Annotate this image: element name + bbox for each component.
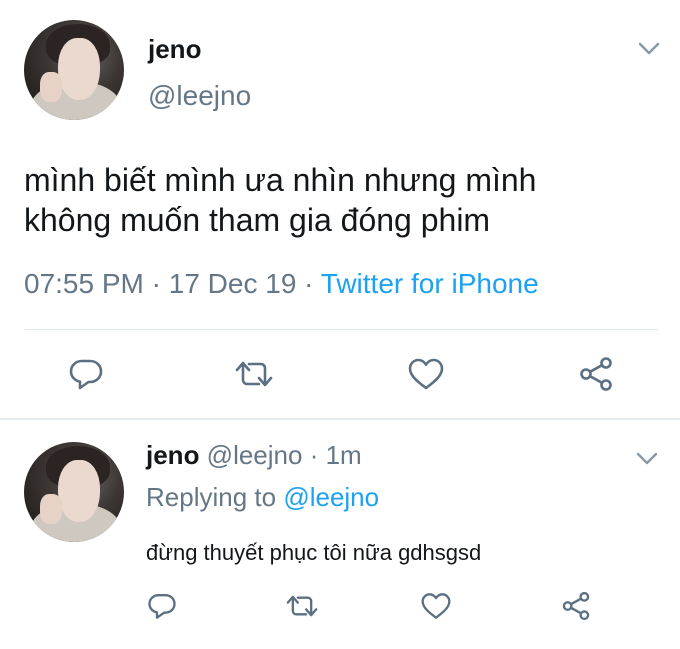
share-icon [562, 591, 590, 621]
main-handle[interactable]: @leejno [148, 80, 251, 112]
main-display-name[interactable]: jeno [148, 34, 201, 65]
replying-to-label: Replying to [146, 482, 284, 512]
main-tweet-meta: 07:55 PM · 17 Dec 19 · Twitter for iPhon… [24, 268, 539, 300]
reply-icon [69, 359, 103, 390]
reply-retweet-button[interactable] [282, 588, 322, 624]
reply-handle[interactable]: @leejno [199, 440, 303, 470]
replying-to-link[interactable]: @leejno [283, 482, 379, 512]
main-tweet-text-line1: mình biết mình ưa nhìn nhưng mình [24, 162, 537, 198]
reply-like-button[interactable] [416, 588, 456, 624]
reply-separator: · [302, 440, 326, 470]
main-share-button[interactable] [574, 354, 618, 394]
main-tweet-divider [24, 329, 658, 330]
retweet-icon [235, 361, 273, 387]
main-tweet-time: 07:55 PM [24, 268, 144, 299]
section-divider [0, 418, 680, 420]
main-like-button[interactable] [404, 354, 448, 394]
main-tweet-date[interactable]: 17 Dec 19 [169, 268, 297, 299]
reply-share-button[interactable] [556, 588, 596, 624]
reply-avatar[interactable] [24, 442, 124, 542]
reply-icon [148, 594, 176, 619]
main-reply-button[interactable] [64, 354, 108, 394]
reply-display-name[interactable]: jeno [146, 440, 199, 470]
reply-chevron-down-icon[interactable] [634, 448, 660, 473]
like-icon [408, 358, 444, 390]
meta-separator: · [296, 268, 321, 299]
main-tweet-text-line2: không muốn tham gia đóng phim [24, 202, 491, 238]
main-retweet-button[interactable] [232, 354, 276, 394]
like-icon [421, 593, 451, 619]
share-icon [580, 357, 612, 391]
retweet-icon [286, 595, 318, 617]
meta-separator: · [143, 268, 169, 299]
main-chevron-down-icon[interactable] [636, 38, 662, 63]
reply-age[interactable]: 1m [326, 440, 362, 470]
reply-reply-button[interactable] [142, 588, 182, 624]
reply-header: jeno @leejno · 1m [146, 440, 362, 471]
main-avatar[interactable] [24, 20, 124, 120]
replying-to-line: Replying to @leejno [146, 482, 379, 513]
reply-tweet-text: đừng thuyết phục tôi nữa gdhsgsd [146, 540, 482, 565]
main-tweet-text: mình biết mình ưa nhìn nhưng mình không … [24, 160, 664, 240]
main-tweet-source-link[interactable]: Twitter for iPhone [321, 268, 539, 299]
